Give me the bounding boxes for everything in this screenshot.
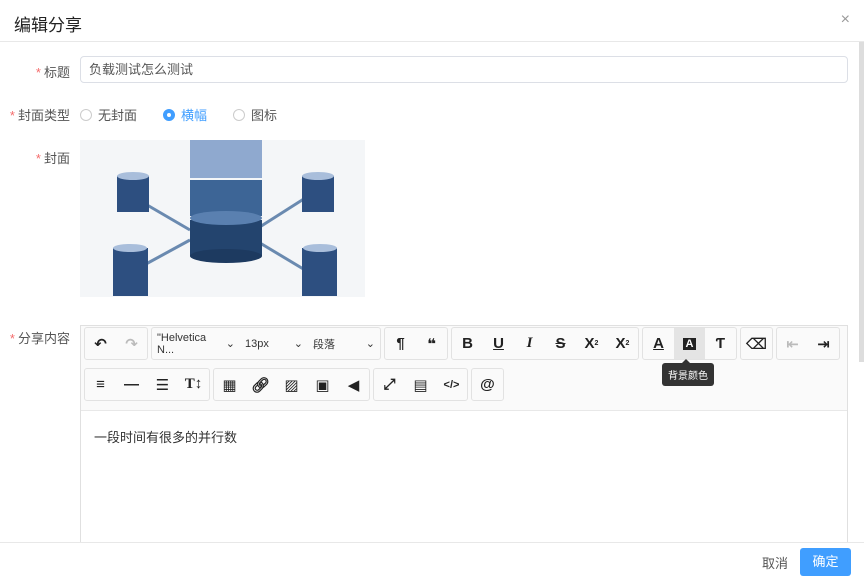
- dialog-title: 编辑分享: [14, 16, 82, 35]
- code-icon[interactable]: </>: [436, 369, 467, 400]
- chevron-down-icon: ⌄: [225, 338, 235, 350]
- underline-icon[interactable]: U: [483, 328, 514, 359]
- content-label: 分享内容: [17, 331, 70, 346]
- tooltip: 背景颜色: [662, 359, 714, 386]
- editor-content[interactable]: 一段时间有很多的并行数: [81, 410, 847, 554]
- indent-icon[interactable]: ⇥: [808, 328, 839, 359]
- cover-image[interactable]: [80, 140, 365, 297]
- horizontal-rule-icon[interactable]: —: [116, 369, 147, 400]
- scrollbar[interactable]: [859, 42, 864, 362]
- link-icon[interactable]: 🔗︎: [245, 369, 276, 400]
- title-row: * 标题 负载测试怎么测试: [0, 56, 848, 83]
- template-icon[interactable]: ▤: [405, 369, 436, 400]
- blockquote-icon[interactable]: ❝: [416, 328, 447, 359]
- cover-type-row: * 封面类型 无封面 横幅 图标: [0, 104, 848, 124]
- line-height-icon[interactable]: T↕: [178, 369, 209, 400]
- cover-row: * 封面: [0, 140, 848, 300]
- toolbar-row-2: ≡ — ☰ T↕ ▦ 🔗︎ ▨ ▣ ◀ ⤢ ▤ </> @: [84, 368, 504, 401]
- image-icon[interactable]: ▨: [276, 369, 307, 400]
- strikethrough-icon[interactable]: S: [545, 328, 576, 359]
- font-size-select[interactable]: 13px ⌄: [240, 328, 308, 359]
- radio-banner[interactable]: 横幅: [163, 105, 207, 124]
- clear-format-icon[interactable]: Ƭ: [705, 328, 736, 359]
- chevron-down-icon: ⌄: [365, 338, 375, 350]
- background-color-icon[interactable]: A: [674, 328, 705, 359]
- cover-label: 封面: [43, 151, 70, 166]
- toolbar-row-1: ↶ ↷ "Helvetica N... ⌄ 13px ⌄ 段落 ⌄ ¶ ❝ BUISX2X…: [84, 327, 840, 360]
- video-icon[interactable]: ▣: [307, 369, 338, 400]
- font-family-select[interactable]: "Helvetica N... ⌄: [152, 328, 240, 359]
- align-left-icon[interactable]: ≡: [85, 369, 116, 400]
- table-icon[interactable]: ▦: [214, 369, 245, 400]
- italic-icon[interactable]: I: [514, 328, 545, 359]
- superscript-icon[interactable]: X2: [607, 328, 638, 359]
- paragraph-icon[interactable]: ¶: [385, 328, 416, 359]
- radio-no-cover[interactable]: 无封面: [80, 105, 137, 124]
- dialog-header: 编辑分享 ×: [0, 0, 864, 42]
- eraser-icon[interactable]: ⌫: [741, 328, 772, 359]
- ordered-list-icon[interactable]: ☰: [147, 369, 178, 400]
- fullscreen-icon[interactable]: ⤢: [374, 369, 405, 400]
- confirm-button[interactable]: 确定: [800, 548, 851, 576]
- radio-icon[interactable]: 图标: [233, 105, 277, 124]
- outdent-icon[interactable]: ⇤: [777, 328, 808, 359]
- block-format-select[interactable]: 段落 ⌄: [308, 328, 380, 359]
- title-label: 标题: [43, 65, 70, 80]
- bold-icon[interactable]: B: [452, 328, 483, 359]
- undo-icon[interactable]: ↶: [85, 328, 116, 359]
- cover-type-label: 封面类型: [17, 108, 70, 123]
- rich-text-editor: ↶ ↷ "Helvetica N... ⌄ 13px ⌄ 段落 ⌄ ¶ ❝ BUISX2X…: [80, 325, 848, 555]
- cancel-button[interactable]: 取消: [762, 553, 788, 572]
- dialog-footer: 取消 确定: [0, 542, 864, 576]
- close-icon[interactable]: ×: [841, 11, 850, 29]
- font-color-icon[interactable]: A: [643, 328, 674, 359]
- audio-icon[interactable]: ◀: [338, 369, 369, 400]
- redo-icon[interactable]: ↷: [116, 328, 147, 359]
- mention-icon[interactable]: @: [472, 369, 503, 400]
- title-input[interactable]: 负载测试怎么测试: [80, 56, 848, 83]
- subscript-icon[interactable]: X2: [576, 328, 607, 359]
- chevron-down-icon: ⌄: [293, 338, 303, 350]
